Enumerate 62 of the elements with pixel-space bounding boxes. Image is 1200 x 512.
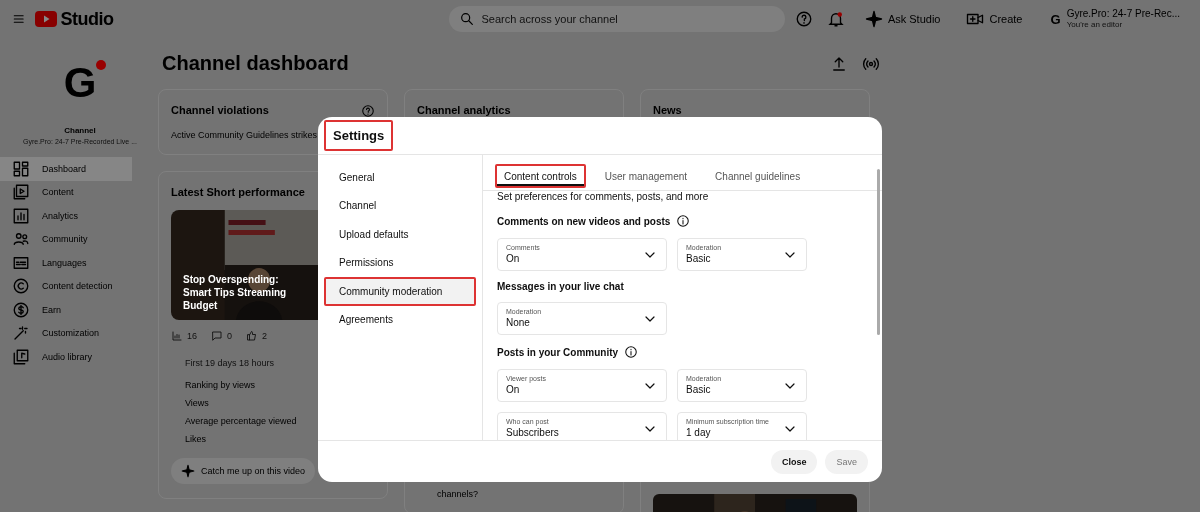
- comment-icon: [211, 330, 223, 342]
- views-stat: 16: [171, 330, 197, 342]
- tab[interactable]: User management: [595, 164, 697, 188]
- dollar-icon: [12, 300, 30, 319]
- create-button[interactable]: Create: [960, 9, 1029, 29]
- account-switcher[interactable]: G Gyre.Pro: 24-7 Pre-Rec... You're an editor: [1042, 6, 1188, 32]
- card-title: Channel violations: [171, 104, 269, 118]
- bell-icon[interactable]: [826, 10, 845, 28]
- sparkle-icon: [181, 464, 195, 478]
- sidebar-item[interactable]: Community: [0, 227, 132, 251]
- bar-chart-icon: [12, 206, 30, 225]
- channel-avatar[interactable]: G: [63, 62, 97, 104]
- sidebar-item[interactable]: Earn: [0, 298, 132, 322]
- likes-stat: 2: [246, 330, 268, 342]
- sidebar-item[interactable]: Customization: [0, 321, 132, 345]
- metric-label: Views: [185, 398, 210, 408]
- comments-stat: 0: [211, 330, 233, 342]
- upload-icon[interactable]: [830, 54, 848, 73]
- music-library-icon: [12, 347, 30, 366]
- settings-nav-item[interactable]: General: [324, 163, 476, 192]
- settings-nav-item[interactable]: Community moderation: [324, 277, 476, 306]
- video-title: Stop Overspending: Smart Tips Streaming Budget: [183, 273, 288, 312]
- ask-studio-button[interactable]: Ask Studio: [858, 9, 947, 29]
- tab[interactable]: Content controls: [495, 164, 586, 188]
- sidebar-item[interactable]: Dashboard: [0, 157, 132, 181]
- info-icon[interactable]: [624, 345, 639, 359]
- metric-label: Likes: [185, 434, 207, 444]
- sidebar-item[interactable]: Audio library: [0, 345, 132, 369]
- video-icon: [12, 183, 30, 202]
- metric-label: Ranking by views: [185, 380, 257, 390]
- info-icon[interactable]: [676, 214, 691, 228]
- dashboard-icon: [12, 159, 30, 178]
- page-title: Channel dashboard: [162, 52, 350, 75]
- thumbs-up-icon: [246, 330, 259, 342]
- sparkle-icon: [864, 10, 883, 28]
- sidebar-item[interactable]: Content: [0, 180, 132, 204]
- sidebar-item[interactable]: Analytics: [0, 204, 132, 228]
- section-title: Messages in your live chat: [497, 281, 624, 292]
- card-title: News: [653, 104, 682, 116]
- metric-label: Average percentage viewed: [185, 416, 298, 426]
- search-field[interactable]: Search across your channel: [449, 6, 785, 32]
- channel-label: Channel: [64, 126, 96, 135]
- section-title: Comments on new videos and posts: [497, 215, 671, 227]
- tab[interactable]: Channel guidelines: [706, 164, 810, 188]
- card-title: Latest Short performance: [171, 186, 305, 198]
- description-text: Set preferences for comments, posts, and more: [497, 191, 710, 202]
- dialog-button[interactable]: Close: [770, 449, 818, 474]
- dialog-title: Settings: [324, 120, 394, 151]
- sidebar-item[interactable]: Content detection: [0, 274, 132, 298]
- catch-up-button[interactable]: Catch me up on this video: [171, 458, 316, 484]
- period-label: First 19 days 18 hours: [185, 358, 276, 368]
- scrollbar[interactable]: [877, 169, 880, 335]
- studio-logo[interactable]: Studio: [35, 8, 114, 30]
- help-icon[interactable]: [361, 104, 375, 118]
- notification-dot: [96, 60, 107, 70]
- sidebar-item[interactable]: Languages: [0, 251, 132, 275]
- question-text[interactable]: channels?: [417, 489, 611, 499]
- bar-chart-icon: [171, 330, 183, 342]
- copyright-icon: [12, 277, 30, 296]
- strikes-label: Active Community Guidelines strikes: [171, 130, 318, 140]
- card-title: Channel analytics: [417, 104, 511, 116]
- section-title: Posts in your Community: [497, 346, 619, 358]
